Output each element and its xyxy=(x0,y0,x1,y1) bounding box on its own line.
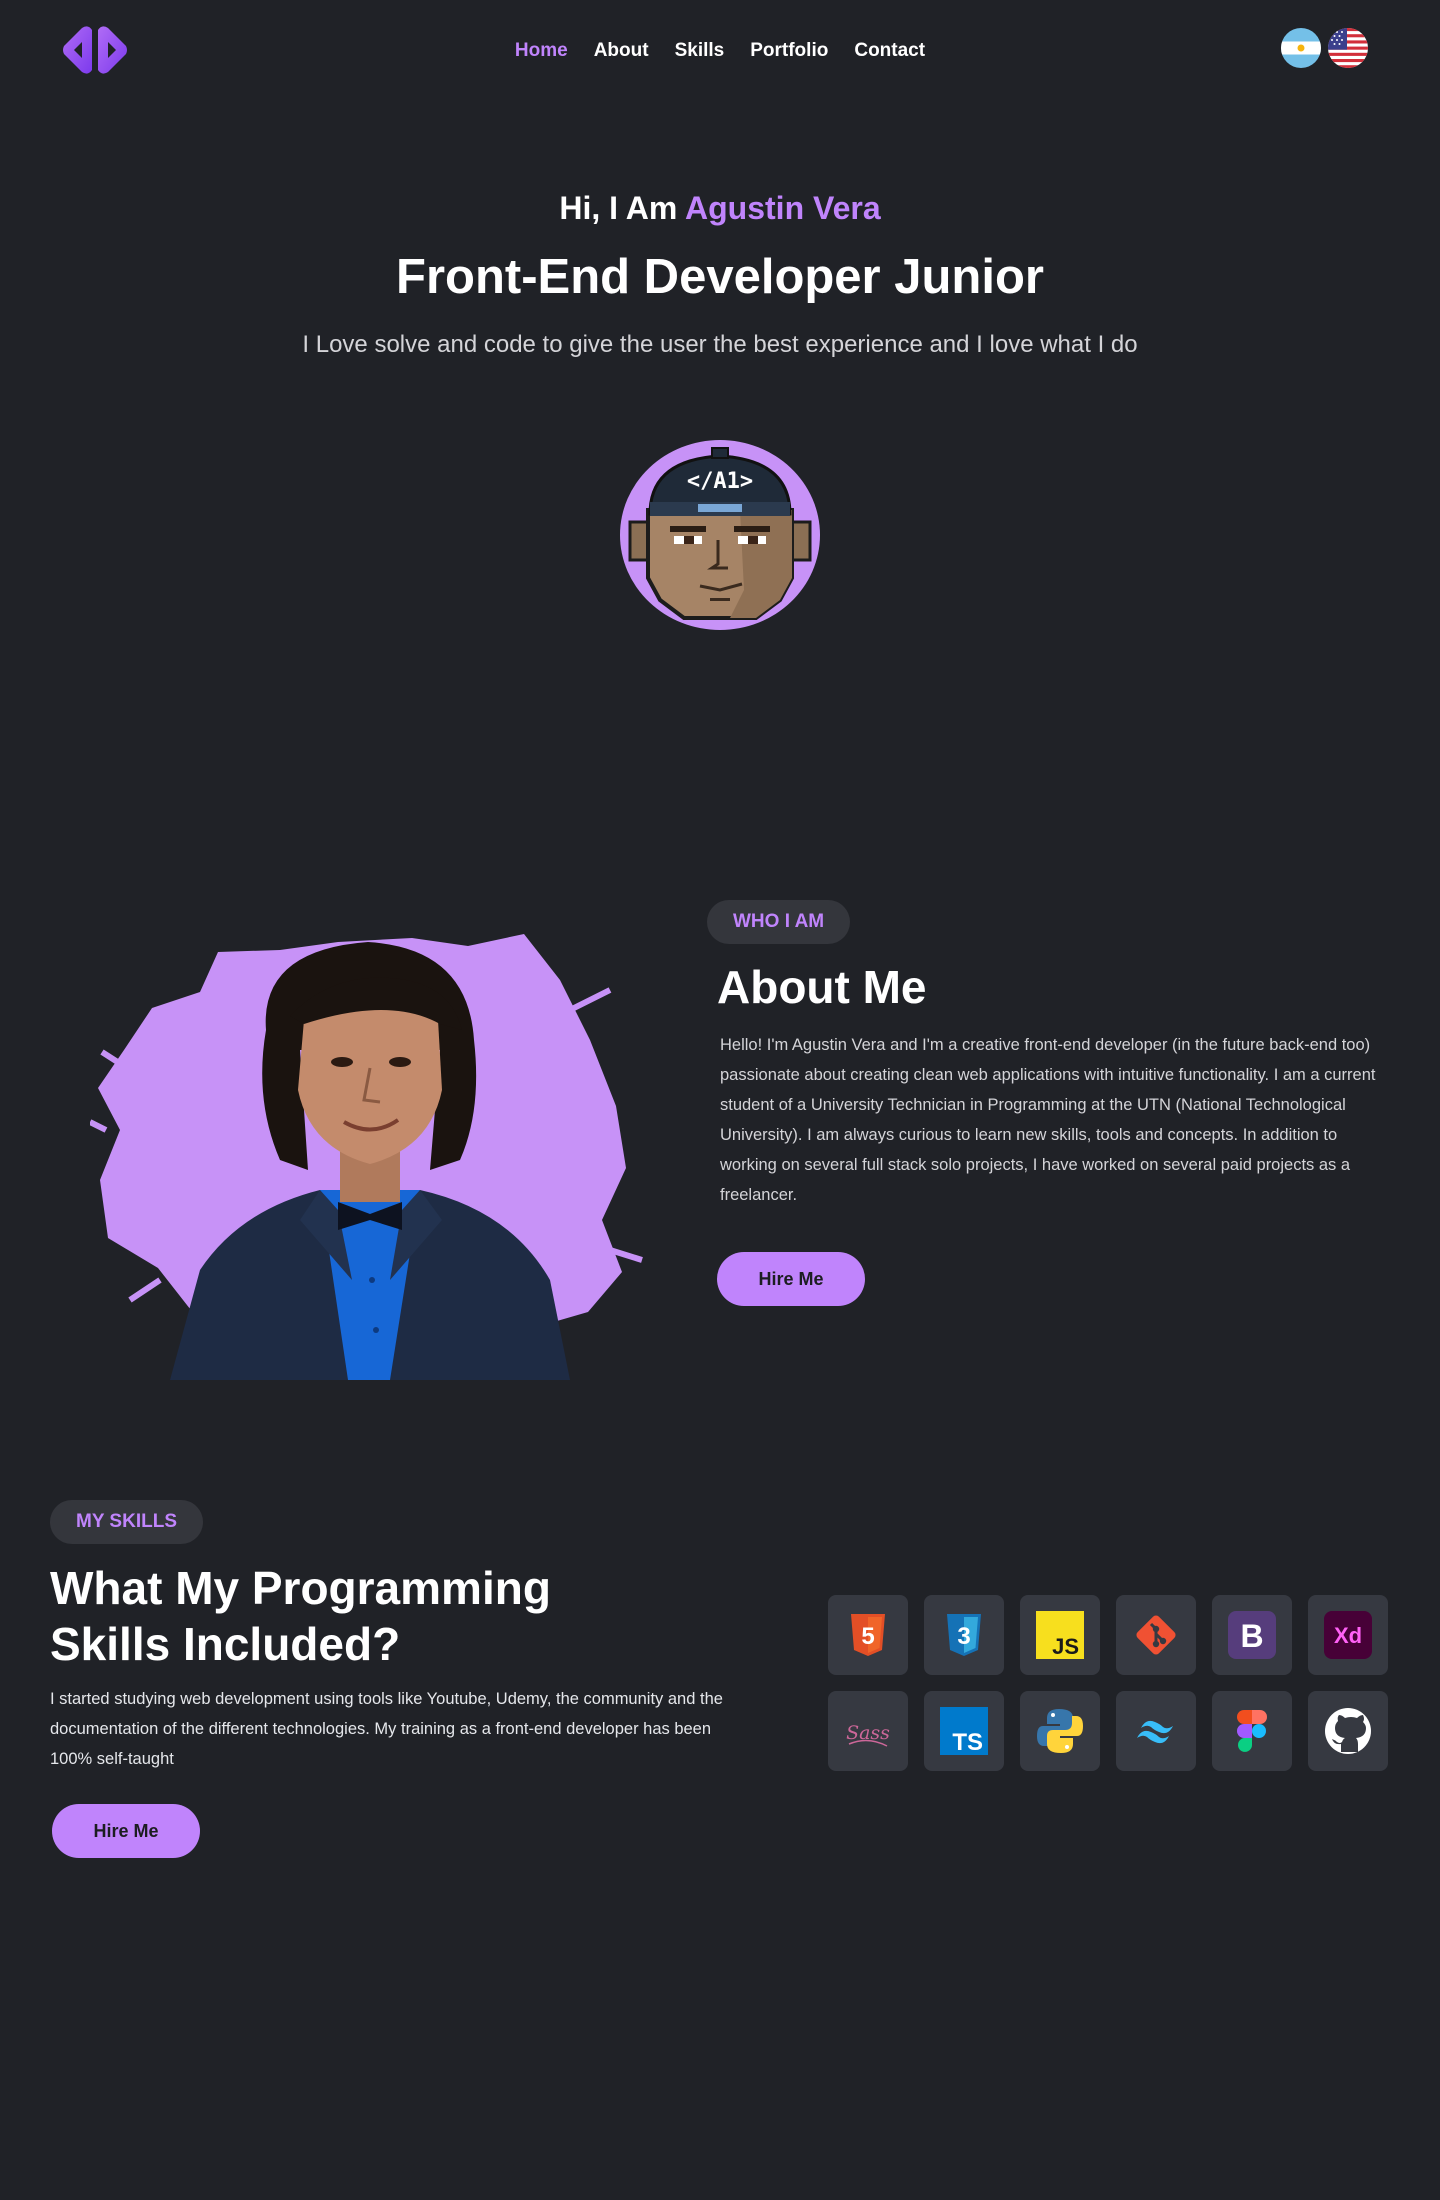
html5-icon: 5 xyxy=(851,1614,885,1656)
pixel-avatar: </A1> xyxy=(620,440,820,630)
nav-link-skills[interactable]: Skills xyxy=(675,40,725,62)
skills-section: MY SKILLS What My Programming Skills Inc… xyxy=(50,1500,750,1858)
portrait-illustration xyxy=(88,934,643,1380)
nav-link-contact[interactable]: Contact xyxy=(854,40,925,62)
hero-greeting-prefix: Hi, I Am xyxy=(559,190,686,226)
skill-tile-javascript[interactable]: JS xyxy=(1020,1595,1100,1675)
nav-links: Home About Skills Portfolio Contact xyxy=(0,40,1440,62)
tailwind-icon xyxy=(1137,1720,1173,1744)
skill-tile-typescript[interactable]: TS xyxy=(924,1691,1004,1771)
pixel-avatar-illustration: </A1> xyxy=(628,447,812,620)
git-icon xyxy=(1136,1615,1176,1655)
about-portrait-image xyxy=(88,920,650,1380)
about-heading: About Me xyxy=(717,961,927,1013)
bootstrap-icon: B xyxy=(1228,1611,1276,1659)
hero-title: Front-End Developer Junior xyxy=(396,250,1044,304)
skill-tile-css3[interactable]: 3 xyxy=(924,1595,1004,1675)
who-i-am-badge: WHO I AM xyxy=(707,900,851,944)
argentina-flag-icon[interactable] xyxy=(1281,28,1321,68)
css3-icon-text: 3 xyxy=(957,1623,970,1650)
skill-tile-tailwind[interactable] xyxy=(1116,1691,1196,1771)
hero-name: Agustin Vera xyxy=(685,190,881,226)
hero-subtitle: I Love solve and code to give the user t… xyxy=(302,331,1138,358)
bootstrap-icon-text: B xyxy=(1240,1618,1263,1654)
typescript-icon: TS xyxy=(940,1707,988,1756)
avatar-cap-text: </A1> xyxy=(687,469,753,494)
skill-tile-html5[interactable]: 5 xyxy=(828,1595,908,1675)
skills-heading: What My Programming Skills Included? xyxy=(50,1560,750,1672)
skills-heading-line2: Skills Included? xyxy=(50,1618,401,1670)
adobe-xd-icon-text: Xd xyxy=(1334,1623,1362,1648)
skills-hire-me-button[interactable]: Hire Me xyxy=(52,1804,200,1858)
skill-tile-git[interactable] xyxy=(1116,1595,1196,1675)
github-icon xyxy=(1325,1708,1371,1754)
typescript-icon-text: TS xyxy=(952,1729,983,1756)
css3-icon: 3 xyxy=(947,1614,981,1656)
language-switcher xyxy=(1281,28,1368,68)
top-navigation: Home About Skills Portfolio Contact xyxy=(0,0,1440,104)
javascript-icon: JS xyxy=(1036,1611,1084,1659)
javascript-icon-text: JS xyxy=(1052,1634,1079,1659)
skills-body: I started studying web development using… xyxy=(50,1690,723,1768)
skills-heading-line1: What My Programming xyxy=(50,1562,551,1614)
nav-link-about[interactable]: About xyxy=(594,40,649,62)
sass-icon: Sass xyxy=(846,1722,890,1747)
usa-flag-icon[interactable] xyxy=(1328,28,1368,68)
nav-link-portfolio[interactable]: Portfolio xyxy=(750,40,828,62)
python-icon xyxy=(1037,1709,1083,1753)
skill-tile-github[interactable] xyxy=(1308,1691,1388,1771)
about-hire-me-button[interactable]: Hire Me xyxy=(717,1252,865,1306)
hero-greeting: Hi, I Am Agustin Vera xyxy=(0,190,1440,227)
hero-section: Hi, I Am Agustin Vera Front-End Develope… xyxy=(0,190,1440,359)
skill-tile-bootstrap[interactable]: B xyxy=(1212,1595,1292,1675)
about-section: WHO I AM About Me Hello! I'm Agustin Ver… xyxy=(707,900,1387,1306)
nav-link-home[interactable]: Home xyxy=(515,40,568,62)
my-skills-badge: MY SKILLS xyxy=(50,1500,203,1544)
html5-icon-text: 5 xyxy=(861,1623,874,1650)
figma-icon xyxy=(1237,1710,1267,1752)
about-body: Hello! I'm Agustin Vera and I'm a creati… xyxy=(720,1036,1376,1204)
skill-tile-figma[interactable] xyxy=(1212,1691,1292,1771)
skill-tile-adobe-xd[interactable]: Xd xyxy=(1308,1595,1388,1675)
adobe-xd-icon: Xd xyxy=(1324,1611,1372,1659)
skills-icon-grid: 5 3 JS B Xd Sass TS xyxy=(828,1595,1388,1771)
skill-tile-python[interactable] xyxy=(1020,1691,1100,1771)
skill-tile-sass[interactable]: Sass xyxy=(828,1691,908,1771)
